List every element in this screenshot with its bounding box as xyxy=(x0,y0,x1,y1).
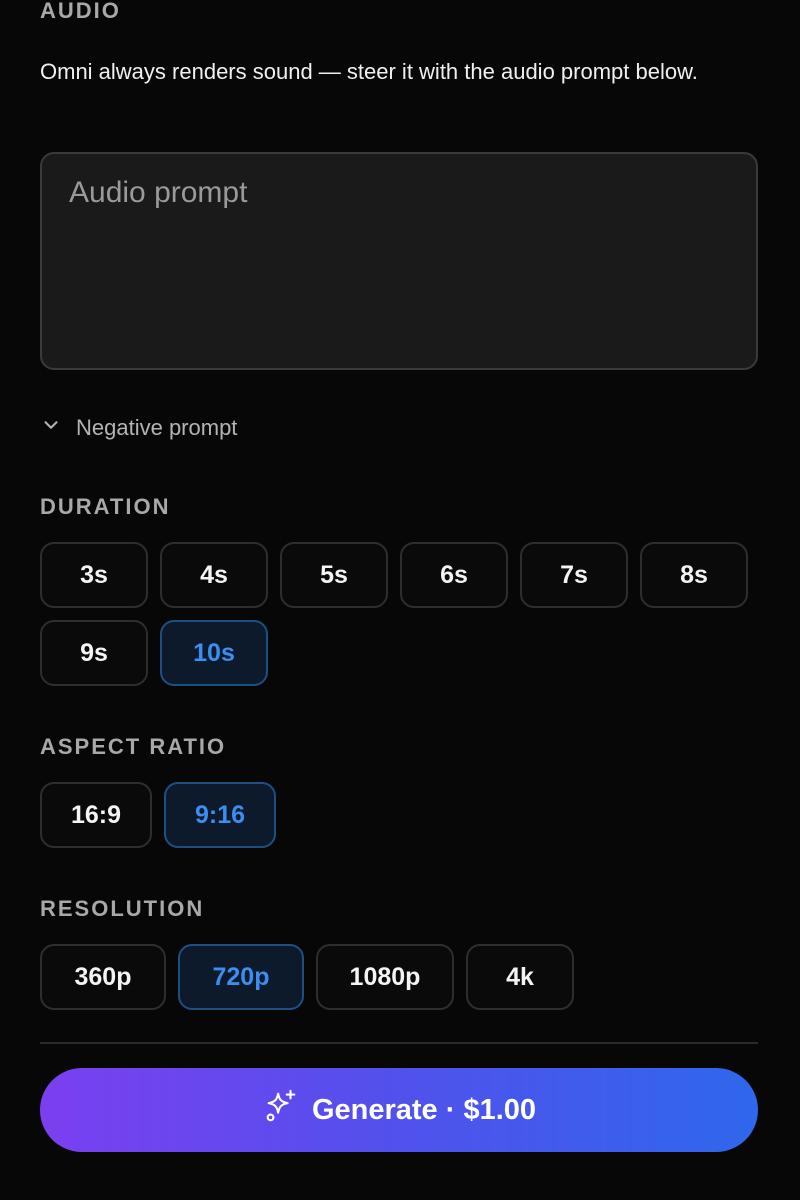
generation-settings-panel: AUDIO Omni always renders sound — steer … xyxy=(0,0,800,1200)
duration-option-5s[interactable]: 5s xyxy=(280,542,388,608)
resolution-option-4k[interactable]: 4k xyxy=(466,944,574,1010)
duration-option-9s[interactable]: 9s xyxy=(40,620,148,686)
aspect-ratio-option-16-9[interactable]: 16:9 xyxy=(40,782,152,848)
resolution-option-720p[interactable]: 720p xyxy=(178,944,304,1010)
duration-option-4s[interactable]: 4s xyxy=(160,542,268,608)
generate-button[interactable]: Generate · $1.00 xyxy=(40,1068,758,1152)
audio-prompt-input[interactable] xyxy=(40,152,758,370)
resolution-section-label: RESOLUTION xyxy=(40,896,205,921)
resolution-option-360p[interactable]: 360p xyxy=(40,944,166,1010)
negative-prompt-toggle[interactable]: Negative prompt xyxy=(40,410,237,446)
duration-option-8s[interactable]: 8s xyxy=(640,542,748,608)
aspect-ratio-section-label: ASPECT RATIO xyxy=(40,734,227,759)
chevron-down-icon xyxy=(40,414,62,442)
section-divider xyxy=(40,1042,758,1044)
audio-section-label: AUDIO xyxy=(40,0,121,23)
aspect-ratio-option-9-16[interactable]: 9:16 xyxy=(164,782,276,848)
duration-option-10s[interactable]: 10s xyxy=(160,620,268,686)
duration-option-3s[interactable]: 3s xyxy=(40,542,148,608)
resolution-option-1080p[interactable]: 1080p xyxy=(316,944,454,1010)
duration-section-label: DURATION xyxy=(40,494,171,519)
audio-description: Omni always renders sound — steer it wit… xyxy=(40,59,698,84)
duration-option-7s[interactable]: 7s xyxy=(520,542,628,608)
negative-prompt-label: Negative prompt xyxy=(76,415,238,440)
duration-option-6s[interactable]: 6s xyxy=(400,542,508,608)
sparkles-icon xyxy=(262,1087,300,1133)
generate-button-label: Generate · $1.00 xyxy=(311,1093,537,1126)
